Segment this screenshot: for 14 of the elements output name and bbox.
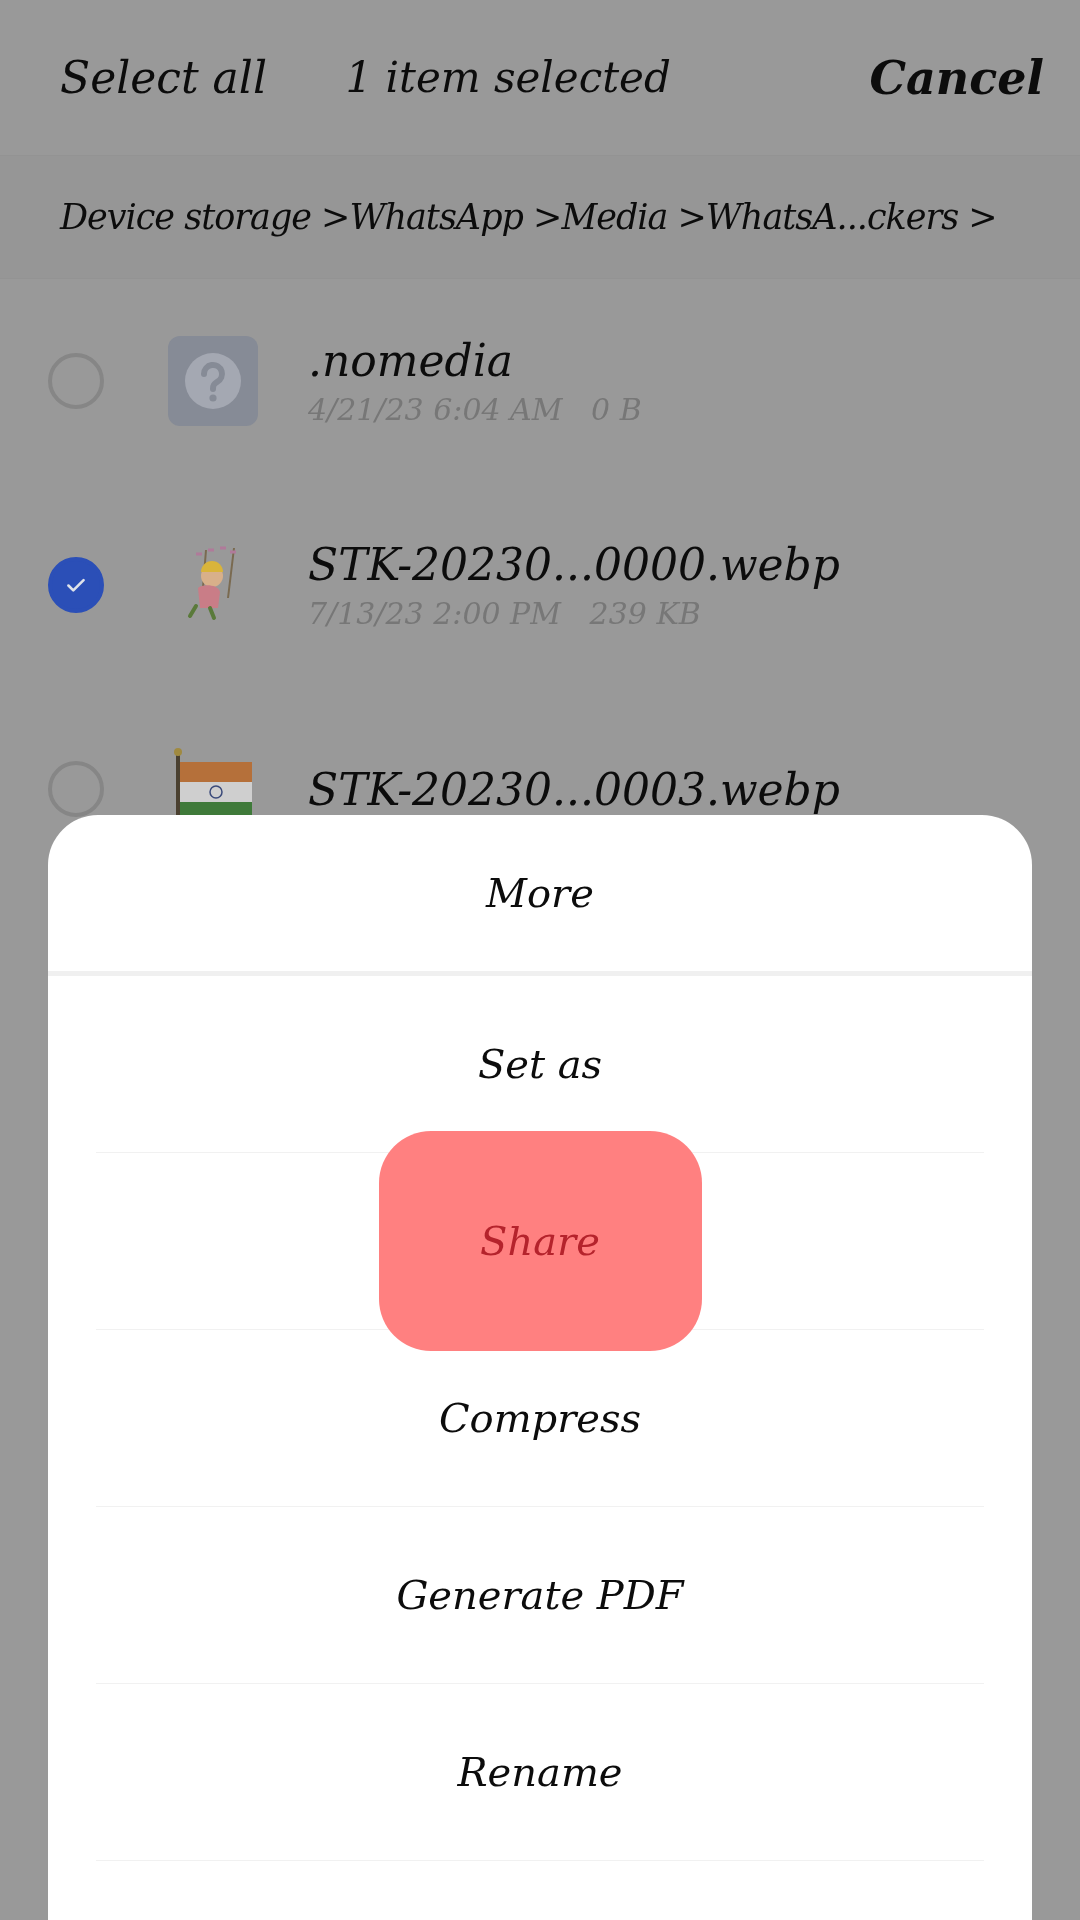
- select-all-button[interactable]: Select all: [52, 46, 275, 109]
- breadcrumb-path[interactable]: Device storage >WhatsApp >Media >WhatsA...ckers >: [60, 197, 997, 237]
- file-name: STK-20230...0000.webp: [308, 539, 840, 590]
- cancel-button[interactable]: Cancel: [861, 44, 1052, 111]
- unknown-file-icon: [168, 336, 258, 426]
- sheet-title: More: [48, 815, 1032, 976]
- menu-item[interactable]: Rename: [437, 1749, 643, 1795]
- menu-item[interactable]: Generate PDF: [376, 1572, 704, 1618]
- menu-item[interactable]: Compress: [418, 1395, 662, 1441]
- menu-item[interactable]: Set as: [457, 1041, 623, 1087]
- file-name: .nomedia: [308, 335, 515, 386]
- checked-radio[interactable]: [48, 557, 104, 613]
- selection-title: 1 item selected: [345, 53, 671, 102]
- file-name: STK-20230...0003.webp: [308, 763, 840, 815]
